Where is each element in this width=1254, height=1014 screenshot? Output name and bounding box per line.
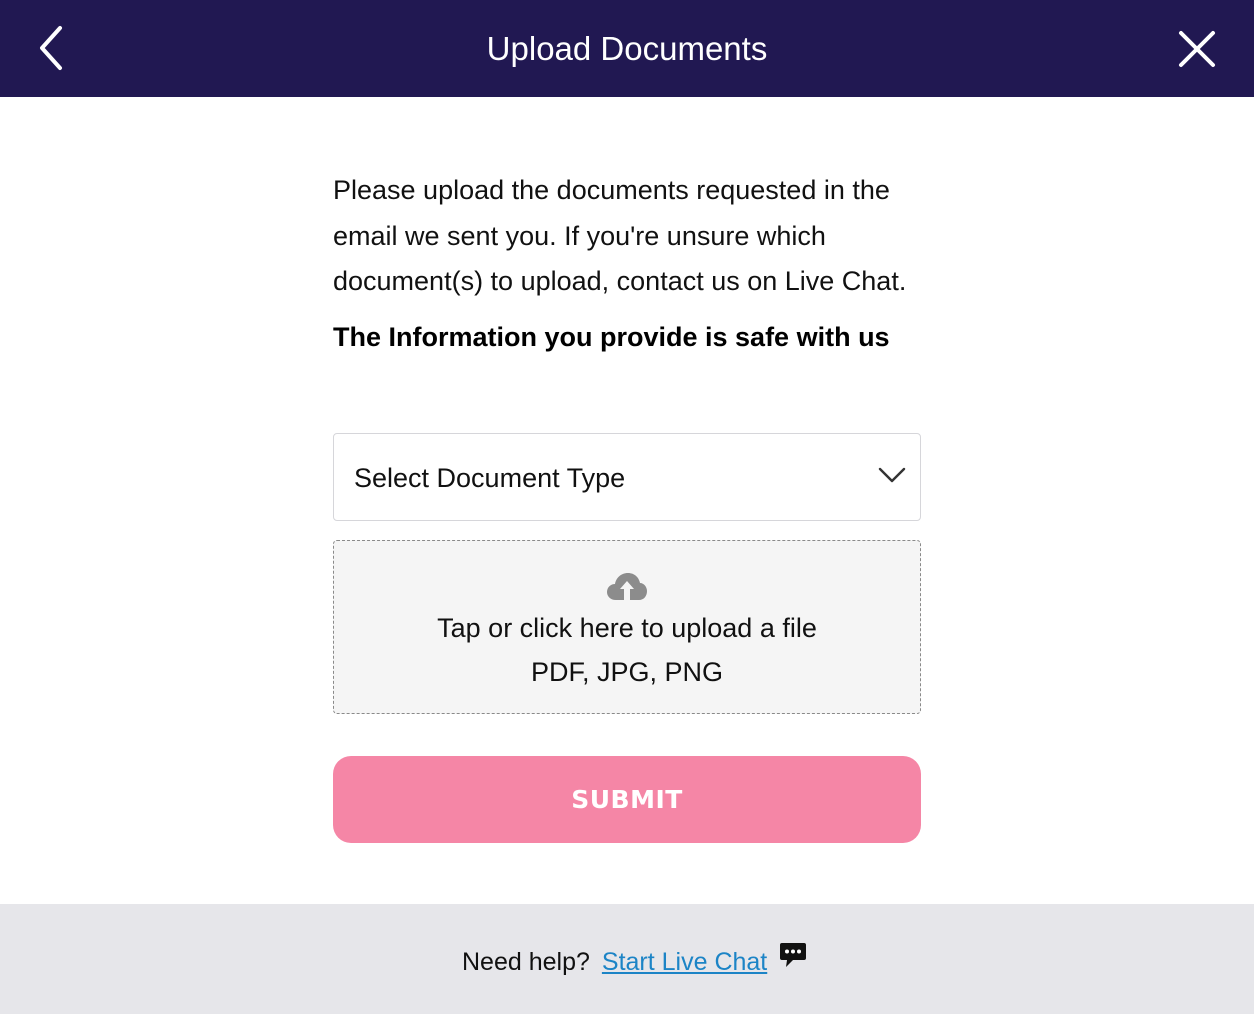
page-title: Upload Documents xyxy=(486,30,768,67)
intro-text: Please upload the documents requested in… xyxy=(333,175,907,296)
start-live-chat-link[interactable]: Start Live Chat xyxy=(602,948,767,977)
document-type-value: Select Document Type xyxy=(354,463,626,493)
chevron-left-icon xyxy=(40,26,62,70)
chat-bubble-icon[interactable] xyxy=(779,941,807,969)
close-button[interactable] xyxy=(1172,24,1222,74)
header-bar: Upload Documents xyxy=(0,0,1254,97)
submit-button[interactable]: SUBMIT xyxy=(333,756,921,843)
need-help-text: Need help? xyxy=(462,947,590,976)
back-button[interactable] xyxy=(30,22,78,74)
close-icon xyxy=(1179,31,1215,67)
upload-label: Tap or click here to upload a file xyxy=(437,613,817,643)
safety-note: The Information you provide is safe with… xyxy=(333,321,890,352)
help-footer: Need help? Start Live Chat xyxy=(0,904,1254,1014)
chevron-down-icon xyxy=(878,467,906,483)
upload-instructions: Please upload the documents requested in… xyxy=(333,168,921,355)
upload-formats: PDF, JPG, PNG xyxy=(530,657,724,687)
document-type-select[interactable]: Select Document Type xyxy=(333,433,921,521)
cloud-upload-icon xyxy=(607,573,647,600)
help-row: Need help? Start Live Chat xyxy=(462,941,807,980)
file-upload-dropzone[interactable]: Tap or click here to upload a file PDF, … xyxy=(333,540,921,714)
